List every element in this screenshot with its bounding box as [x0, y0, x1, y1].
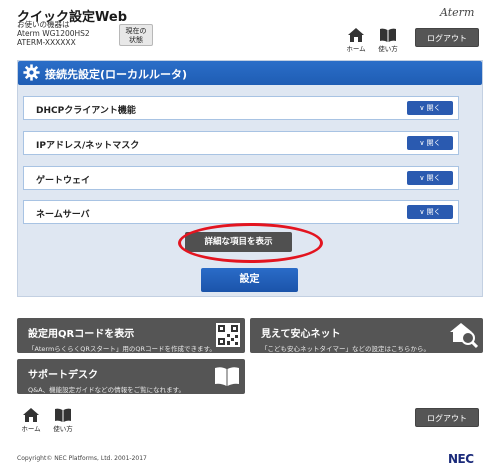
tile-title: 設定用QRコードを表示: [28, 329, 135, 340]
section-label: DHCPクライアント機能: [36, 106, 136, 116]
chevron-down-icon: ∨: [419, 104, 427, 112]
device-id: ATERM-XXXXXX: [17, 38, 76, 47]
home-nav-button[interactable]: ホーム: [342, 28, 370, 53]
logout-button[interactable]: ログアウト: [415, 28, 479, 47]
section-label: IPアドレス/ネットマスク: [36, 141, 140, 151]
copyright: Copyright© NEC Platforms, Ltd. 2001-2017: [17, 455, 147, 462]
section-gateway[interactable]: ゲートウェイ ∨ 開く: [23, 166, 459, 190]
device-model: Aterm WG1200HS2: [17, 29, 90, 38]
section-ip-netmask[interactable]: IPアドレス/ネットマスク ∨ 開く: [23, 131, 459, 155]
help-nav-button[interactable]: 使い方: [374, 28, 402, 53]
safety-net-tile[interactable]: 見えて安心ネット 「こども安心ネットタイマー」などの設定はこちらから。: [250, 318, 483, 353]
home-label: ホーム: [346, 45, 366, 53]
expand-label: 開く: [426, 104, 441, 112]
header: クイック設定Web お使いの機器は Aterm WG1200HS2 ATERM-…: [0, 0, 500, 56]
aterm-logo: Aterm: [440, 6, 475, 19]
footer-help-button[interactable]: 使い方: [49, 408, 77, 433]
open-book-icon: [215, 367, 239, 386]
house-search-icon: [450, 323, 478, 349]
device-info-line: お使いの機器は: [17, 20, 70, 29]
chevron-down-icon: ∨: [419, 174, 427, 182]
gear-icon: [23, 64, 40, 81]
expand-dhcp-button[interactable]: ∨ 開く: [407, 101, 453, 115]
section-label: ゲートウェイ: [36, 176, 91, 186]
help-label: 使い方: [378, 45, 398, 53]
footer-home-button[interactable]: ホーム: [17, 408, 45, 433]
section-nameserver[interactable]: ネームサーバ ∨ 開く: [23, 200, 459, 224]
show-detail-button[interactable]: 詳細な項目を表示: [185, 232, 292, 252]
tile-desc: 「AtermらくらくQRスタート」用のQRコードを作成できます。: [28, 345, 216, 353]
section-dhcp-client[interactable]: DHCPクライアント機能 ∨ 開く: [23, 96, 459, 120]
home-icon: [348, 28, 364, 42]
expand-label: 開く: [426, 174, 441, 182]
panel-title: 接続先設定(ローカルルータ): [45, 68, 188, 81]
footer-logout-button[interactable]: ログアウト: [415, 408, 479, 427]
tile-desc: 「こども安心ネットタイマー」などの設定はこちらから。: [261, 345, 430, 353]
panel-title-bar: 接続先設定(ローカルルータ): [18, 61, 482, 85]
current-status-button[interactable]: 現在の 状態: [119, 24, 153, 46]
tile-title: サポートデスク: [28, 370, 98, 381]
qr-code-icon: [216, 323, 240, 347]
apply-settings-button[interactable]: 設定: [201, 268, 298, 292]
status-button-line2: 状態: [129, 36, 143, 44]
expand-nameserver-button[interactable]: ∨ 開く: [407, 205, 453, 219]
chevron-down-icon: ∨: [419, 208, 427, 216]
book-icon: [380, 28, 396, 42]
expand-gateway-button[interactable]: ∨ 開く: [407, 171, 453, 185]
section-label: ネームサーバ: [36, 210, 90, 220]
tile-desc: Q&A、機能設定ガイドなどの情報をご覧になれます。: [28, 386, 185, 394]
help-label: 使い方: [53, 425, 73, 433]
chevron-down-icon: ∨: [419, 139, 427, 147]
qr-code-tile[interactable]: 設定用QRコードを表示 「AtermらくらくQRスタート」用のQRコードを作成で…: [17, 318, 245, 353]
home-label: ホーム: [21, 425, 41, 433]
home-icon: [23, 408, 39, 422]
expand-ip-button[interactable]: ∨ 開く: [407, 136, 453, 150]
nec-logo: NEC: [448, 452, 474, 466]
book-icon: [55, 408, 71, 422]
status-button-line1: 現在の: [125, 27, 147, 35]
tile-title: 見えて安心ネット: [261, 329, 341, 340]
expand-label: 開く: [426, 139, 441, 147]
expand-label: 開く: [426, 208, 441, 216]
support-desk-tile[interactable]: サポートデスク Q&A、機能設定ガイドなどの情報をご覧になれます。: [17, 359, 245, 394]
